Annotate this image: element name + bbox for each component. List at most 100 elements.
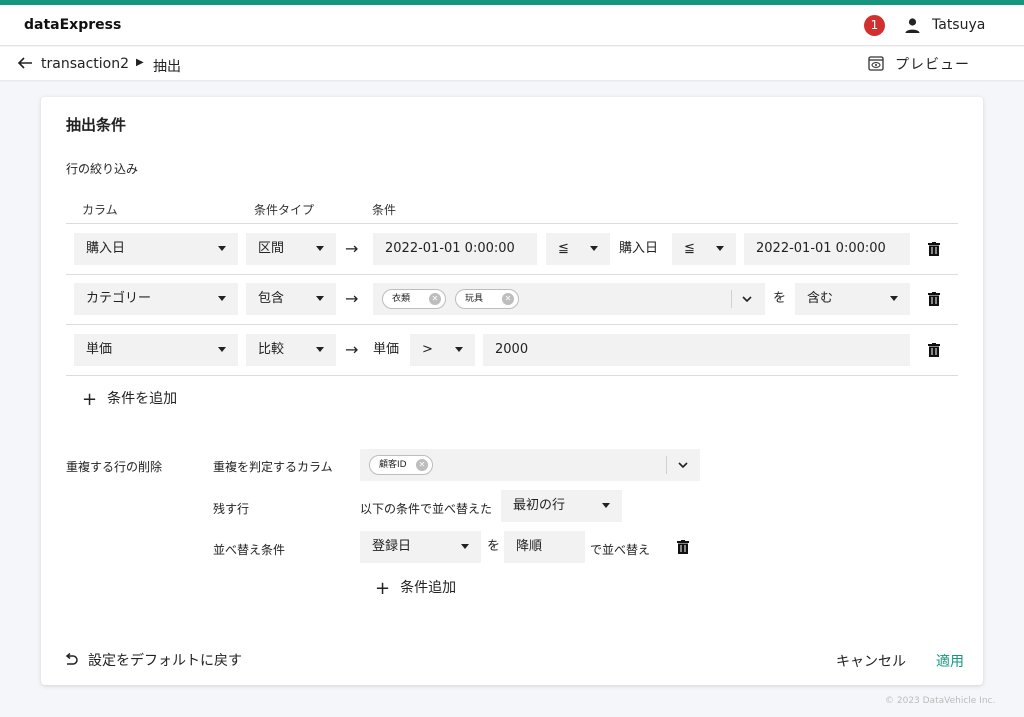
- row1-op1-select[interactable]: ≦: [546, 233, 610, 265]
- row1-column-select[interactable]: 購入日: [74, 233, 238, 265]
- plus-icon: +: [375, 578, 391, 599]
- breadcrumb-parent[interactable]: transaction2: [41, 56, 129, 72]
- sort-condition-label: 並べ替え条件: [213, 543, 286, 557]
- caret-down-icon: [316, 347, 324, 352]
- user-name[interactable]: Tatsuya: [932, 17, 985, 33]
- row2-column-select[interactable]: カテゴリー: [74, 283, 238, 315]
- sort-order-select[interactable]: 降順: [504, 531, 585, 563]
- row2-wo-label: を: [773, 291, 787, 306]
- breadcrumb-current: 抽出: [153, 59, 181, 75]
- divider: [66, 375, 958, 376]
- row1-op1-value: ≦: [558, 241, 569, 256]
- right-arrow-icon: →: [345, 239, 359, 258]
- chip-label: 玩具: [465, 294, 484, 304]
- right-arrow-icon: →: [345, 289, 359, 308]
- notification-badge[interactable]: 1: [864, 15, 885, 36]
- caret-down-icon: [218, 347, 226, 352]
- keep-row-select[interactable]: 最初の行: [501, 490, 622, 522]
- caret-down-icon: [316, 296, 324, 301]
- delete-row2-trash-icon[interactable]: [928, 292, 940, 306]
- chip-label: 顧客ID: [379, 460, 407, 470]
- delete-row3-trash-icon[interactable]: [928, 343, 940, 357]
- row3-target-label: 単価: [373, 342, 400, 357]
- caret-down-icon: [602, 503, 610, 508]
- extract-conditions-card: 抽出条件 行の絞り込み カラム 条件タイプ 条件 購入日 区間 → 2022-0…: [41, 97, 983, 685]
- delete-row1-trash-icon[interactable]: [928, 242, 940, 256]
- row-filter-label: 行の絞り込み: [66, 162, 139, 176]
- row2-column-value: カテゴリー: [86, 291, 152, 306]
- sort-wo-label: を: [487, 539, 501, 554]
- row3-value-input[interactable]: 2000: [483, 334, 910, 366]
- caret-down-icon: [590, 246, 598, 251]
- sort-column-value: 登録日: [372, 539, 412, 554]
- add-condition-button[interactable]: + 条件を追加: [82, 388, 177, 410]
- row1-column-value: 購入日: [86, 241, 126, 256]
- caret-down-icon: [455, 347, 463, 352]
- dropdown-divider: [731, 290, 732, 308]
- add-sort-condition-button[interactable]: + 条件追加: [375, 577, 456, 599]
- cancel-button[interactable]: キャンセル: [836, 651, 906, 671]
- chip-remove-icon[interactable]: ✕: [502, 293, 514, 305]
- apply-button[interactable]: 適用: [936, 651, 964, 671]
- chip-remove-icon[interactable]: ✕: [429, 293, 441, 305]
- row1-type-value: 区間: [258, 241, 285, 256]
- caret-down-icon: [890, 296, 898, 301]
- chip-toys[interactable]: 玩具 ✕: [455, 289, 519, 309]
- row3-op-select[interactable]: >: [410, 334, 475, 366]
- preview-icon[interactable]: [868, 56, 884, 71]
- caret-down-icon: [218, 246, 226, 251]
- column-header-type: 条件タイプ: [254, 203, 315, 217]
- row1-to-datetime-input[interactable]: 2022-01-01 0:00:00: [744, 233, 910, 265]
- add-sort-label: 条件追加: [400, 580, 457, 596]
- row2-multi-select[interactable]: 衣類 ✕ 玩具 ✕: [373, 283, 765, 315]
- app-header: dataExpress 1 Tatsuya: [0, 5, 1024, 46]
- reset-defaults-label: 設定をデフォルトに戻す: [88, 653, 242, 669]
- keep-row-value: 最初の行: [513, 498, 566, 513]
- chevron-down-icon[interactable]: [741, 293, 753, 305]
- caret-down-icon: [461, 544, 469, 549]
- column-header-condition: 条件: [372, 203, 397, 217]
- row3-type-select[interactable]: 比較: [246, 334, 336, 366]
- chip-remove-icon[interactable]: ✕: [416, 459, 428, 471]
- row3-type-value: 比較: [258, 342, 285, 357]
- dedupe-key-columns-select[interactable]: 顧客ID ✕: [360, 449, 700, 481]
- chip-customer-id[interactable]: 顧客ID ✕: [369, 455, 433, 475]
- chevron-down-icon[interactable]: [677, 459, 689, 471]
- undo-icon: [65, 652, 78, 665]
- preview-button[interactable]: プレビュー: [895, 54, 970, 74]
- divider: [66, 324, 958, 325]
- caret-down-icon: [716, 246, 724, 251]
- add-condition-label: 条件を追加: [107, 391, 178, 407]
- column-header-column: カラム: [82, 203, 118, 217]
- row1-op2-select[interactable]: ≦: [672, 233, 736, 265]
- user-icon[interactable]: [904, 17, 921, 34]
- row1-from-datetime-input[interactable]: 2022-01-01 0:00:00: [373, 233, 537, 265]
- caret-down-icon: [316, 246, 324, 251]
- right-arrow-icon: →: [345, 340, 359, 359]
- keep-row-label: 残す行: [213, 502, 250, 516]
- chip-label: 衣類: [392, 294, 411, 304]
- divider: [66, 274, 958, 275]
- row3-op-value: >: [422, 342, 433, 357]
- row3-column-value: 単価: [86, 342, 113, 357]
- breadcrumb-bar: transaction2 ▶ 抽出 プレビュー: [0, 47, 1024, 80]
- row2-type-value: 包含: [258, 291, 285, 306]
- row1-op2-value: ≦: [684, 241, 695, 256]
- dedupe-label: 重複する行の削除: [66, 460, 163, 474]
- back-arrow-icon[interactable]: [16, 54, 34, 72]
- chip-clothing[interactable]: 衣類 ✕: [382, 289, 446, 309]
- row3-column-select[interactable]: 単価: [74, 334, 238, 366]
- reset-defaults-button[interactable]: 設定をデフォルトに戻す: [64, 650, 242, 670]
- card-title: 抽出条件: [66, 116, 127, 134]
- sort-column-select[interactable]: 登録日: [360, 531, 481, 563]
- copyright: © 2023 DataVehicle Inc.: [885, 696, 996, 706]
- row2-type-select[interactable]: 包含: [246, 283, 336, 315]
- sort-suffix: で並べ替え: [590, 543, 651, 557]
- row1-type-select[interactable]: 区間: [246, 233, 336, 265]
- dedupe-key-columns-label: 重複を判定するカラム: [213, 460, 333, 474]
- row2-mode-value: 含む: [807, 291, 834, 306]
- row2-mode-select[interactable]: 含む: [795, 283, 910, 315]
- delete-sort-trash-icon[interactable]: [677, 540, 689, 554]
- breadcrumb-separator-icon: ▶: [136, 57, 144, 68]
- app-logo[interactable]: dataExpress: [24, 17, 121, 33]
